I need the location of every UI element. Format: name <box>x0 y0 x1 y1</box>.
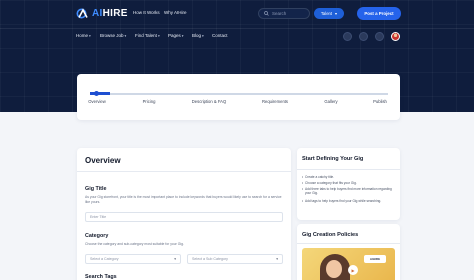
chevron-down-icon: ▾ <box>124 34 127 38</box>
play-icon[interactable]: ▶ <box>348 265 358 275</box>
main-nav: Home▾ Browse Job▾ Find Talent▾ Pages▾ Bl… <box>0 29 474 43</box>
post-project-button[interactable]: Post a Project <box>357 7 401 20</box>
heart-icon[interactable] <box>343 32 352 41</box>
chevron-down-icon: ▾ <box>89 34 91 38</box>
nav-item-blog[interactable]: Blog▾ <box>192 33 204 38</box>
tip-item: Add three tabs to help buyers find more … <box>302 187 394 195</box>
nav-item-contact[interactable]: Contact <box>212 33 228 38</box>
gig-title-placeholder: Enter Title <box>90 215 107 219</box>
video-brand-tag: AIHIRE <box>364 255 386 263</box>
tip-item: Add tags to help buyers find your Gig wh… <box>302 199 394 203</box>
gig-title-input[interactable]: Enter Title <box>85 212 283 222</box>
step-publish[interactable]: Publish <box>373 99 387 104</box>
policies-title: Gig Creation Policies <box>302 232 359 238</box>
search-placeholder: Search <box>272 11 287 16</box>
step-requirements[interactable]: Requirements <box>262 99 288 104</box>
category-help: Choose the category and sub-category mos… <box>85 242 184 246</box>
overview-card: Overview Gig Title As your Gig storefron… <box>77 148 291 280</box>
category-label: Category <box>85 233 109 239</box>
nav-item-home[interactable]: Home▾ <box>76 33 91 38</box>
gig-title-help: As your Gig storefront, your title is th… <box>85 195 282 204</box>
message-icon[interactable] <box>359 32 368 41</box>
link-how-it-works[interactable]: How It Works <box>133 10 160 15</box>
step-dot-overview <box>94 91 99 96</box>
search-tags-label: Search Tags <box>85 274 117 280</box>
link-why-aihire[interactable]: Why AIHire <box>164 10 187 15</box>
tip-item: Choose a category that fits your Gig. <box>302 181 394 185</box>
chevron-down-icon: ▾ <box>276 257 278 261</box>
defining-gig-card: Start Defining Your Gig Create a catchy … <box>297 148 400 220</box>
brand-name: AIHIRE <box>92 8 128 19</box>
subcategory-select[interactable]: Select a Sub Category ▾ <box>187 254 283 264</box>
policies-video[interactable]: ▶ AIHIRE <box>302 248 395 280</box>
step-overview[interactable]: Overview <box>88 99 105 104</box>
chevron-down-icon: ▾ <box>174 257 176 261</box>
defining-gig-title: Start Defining Your Gig <box>302 156 364 162</box>
category-select-value: Select a Category <box>90 257 119 261</box>
subcategory-select-value: Select a Sub Category <box>192 257 228 261</box>
card-divider <box>297 243 400 244</box>
notification-icon[interactable] <box>375 32 384 41</box>
nav-item-pages[interactable]: Pages▾ <box>168 33 184 38</box>
page-title: Overview <box>85 156 121 165</box>
nav-item-browse-job[interactable]: Browse Job▾ <box>100 33 126 38</box>
tip-item: Create a catchy title. <box>302 175 394 179</box>
gig-policies-card: Gig Creation Policies ▶ AIHIRE <box>297 224 400 280</box>
gig-title-label: Gig Title <box>85 186 107 192</box>
avatar[interactable] <box>391 32 400 41</box>
chevron-down-icon: ▾ <box>157 34 160 38</box>
top-header: AIHIRE How It Works Why AIHire Search Ta… <box>0 0 474 28</box>
search-input[interactable]: Search <box>258 8 310 19</box>
progress-fill <box>90 92 110 95</box>
progress-steps: Overview Pricing Description & FAQ Requi… <box>77 74 400 120</box>
nav-item-find-talent[interactable]: Find Talent▾ <box>135 33 160 38</box>
step-description-faq[interactable]: Description & FAQ <box>192 99 226 104</box>
chevron-down-icon: ▾ <box>335 11 338 16</box>
video-face <box>326 260 342 278</box>
card-divider <box>297 169 400 170</box>
category-select[interactable]: Select a Category ▾ <box>85 254 181 264</box>
step-gallery[interactable]: Gallery <box>324 99 337 104</box>
chevron-down-icon: ▾ <box>181 34 184 38</box>
talent-dropdown[interactable]: Talent ▾ <box>314 8 344 19</box>
logo-icon <box>76 8 88 19</box>
search-icon <box>264 11 269 16</box>
card-divider <box>77 171 291 172</box>
progress-track <box>90 93 388 95</box>
chevron-down-icon: ▾ <box>202 34 204 38</box>
talent-label: Talent <box>320 11 333 16</box>
brand-logo[interactable]: AIHIRE <box>76 8 128 19</box>
step-pricing[interactable]: Pricing <box>143 99 156 104</box>
